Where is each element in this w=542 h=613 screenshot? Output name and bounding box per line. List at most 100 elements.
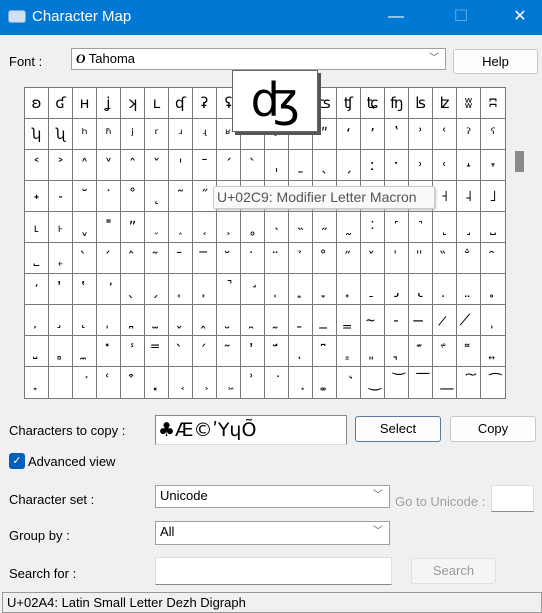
character-cell[interactable]: ̠ <box>361 274 385 305</box>
character-cell[interactable]: ʚ <box>25 88 49 119</box>
character-cell[interactable]: ͖ <box>217 367 241 398</box>
character-cell[interactable]: ʝ <box>97 88 121 119</box>
character-cell[interactable]: ͠ <box>457 367 481 398</box>
character-cell[interactable]: ̥ <box>481 274 505 305</box>
character-cell[interactable]: ̍ <box>385 243 409 274</box>
character-cell[interactable]: ̗ <box>145 274 169 305</box>
character-cell[interactable]: ˪ <box>25 212 49 243</box>
character-cell[interactable]: ˊ <box>217 150 241 181</box>
go-to-unicode-input[interactable] <box>491 485 534 512</box>
character-cell[interactable]: ˒ <box>409 150 433 181</box>
character-cell[interactable]: ˗ <box>49 181 73 212</box>
search-input[interactable] <box>155 557 392 585</box>
character-cell[interactable]: ́ <box>193 336 217 367</box>
help-button[interactable]: Help <box>453 49 538 74</box>
character-cell[interactable]: ̬ <box>169 305 193 336</box>
character-cell[interactable]: ˅ <box>97 150 121 181</box>
character-cell[interactable]: ̲ <box>313 305 337 336</box>
character-cell[interactable]: ͏ <box>49 367 73 398</box>
character-cell[interactable]: ̦ <box>25 305 49 336</box>
character-cell[interactable]: ̭ <box>193 305 217 336</box>
character-cell[interactable]: ̔ <box>73 274 97 305</box>
character-cell[interactable]: ˀ <box>457 119 481 150</box>
character-cell[interactable]: ̙ <box>193 274 217 305</box>
character-cell[interactable]: ː <box>361 150 385 181</box>
character-cell[interactable]: ͘ <box>265 367 289 398</box>
character-cell[interactable]: ˛ <box>145 181 169 212</box>
character-cell[interactable]: ͟ <box>433 367 457 398</box>
character-cell[interactable]: ̻ <box>49 336 73 367</box>
character-cell[interactable]: ̢ <box>409 274 433 305</box>
character-cell[interactable]: ˜ <box>169 181 193 212</box>
character-cell[interactable]: ʜ <box>73 88 97 119</box>
character-cell[interactable]: ̚ <box>217 274 241 305</box>
character-cell[interactable]: ͜ <box>361 367 385 398</box>
character-cell[interactable]: ͕ <box>193 367 217 398</box>
character-cell[interactable]: ̂ <box>121 243 145 274</box>
character-cell[interactable]: ͉ <box>385 336 409 367</box>
character-cell[interactable]: ͐ <box>73 367 97 398</box>
character-cell[interactable]: ʴ <box>169 119 193 150</box>
character-cell[interactable]: ʨ <box>361 88 385 119</box>
character-cell[interactable]: ̎ <box>409 243 433 274</box>
character-cell[interactable]: ʼ <box>361 119 385 150</box>
character-cell[interactable]: ̧ <box>49 305 73 336</box>
character-grid[interactable]: ʚʛʜʝʞʟʠʡʢʣʤʥʦʧʨʩʪʫʬʭʮʯʰʱʲʳʴʵʶʷʸʹʺʻʼʽʾʿˀˁ… <box>24 87 506 399</box>
character-cell[interactable]: ̖ <box>121 274 145 305</box>
character-cell[interactable]: ʯ <box>49 119 73 150</box>
character-cell[interactable]: ̓ <box>241 336 265 367</box>
character-cell[interactable]: ̓ <box>49 274 73 305</box>
character-cell[interactable]: ˺ <box>409 212 433 243</box>
grid-scrollbar-thumb[interactable] <box>515 151 524 172</box>
character-cell[interactable]: ʰ <box>73 119 97 150</box>
character-cell[interactable]: ˆ <box>121 150 145 181</box>
character-cell[interactable]: ̫ <box>145 305 169 336</box>
character-cell[interactable]: ̘ <box>169 274 193 305</box>
advanced-view-checkbox[interactable]: ✓ <box>9 453 25 469</box>
character-cell[interactable]: ʡ <box>193 88 217 119</box>
character-cell[interactable]: ̆ <box>217 243 241 274</box>
character-cell[interactable]: ʬ <box>457 88 481 119</box>
character-cell[interactable]: ˴ <box>265 212 289 243</box>
character-cell[interactable]: ͗ <box>241 367 265 398</box>
character-cell[interactable]: ˶ <box>313 212 337 243</box>
character-cell[interactable]: ˎ <box>313 150 337 181</box>
character-cell[interactable]: ̨ <box>73 305 97 336</box>
character-cell[interactable]: ʾ <box>409 119 433 150</box>
character-cell[interactable]: ̑ <box>481 243 505 274</box>
character-cell[interactable]: ˮ <box>121 212 145 243</box>
character-cell[interactable]: ̷ <box>433 305 457 336</box>
character-cell[interactable]: ̊ <box>313 243 337 274</box>
character-cell[interactable]: ˳ <box>241 212 265 243</box>
character-cell[interactable]: ˑ <box>385 150 409 181</box>
character-cell[interactable]: ͍ <box>481 336 505 367</box>
character-cell[interactable]: ͔ <box>169 367 193 398</box>
character-cell[interactable]: ̼ <box>73 336 97 367</box>
character-cell[interactable]: ̿ <box>145 336 169 367</box>
character-cell[interactable]: ̈ <box>265 243 289 274</box>
character-cell[interactable]: ˏ <box>337 150 361 181</box>
character-cell[interactable]: ͒ <box>121 367 145 398</box>
character-cell[interactable]: ̵ <box>385 305 409 336</box>
character-cell[interactable]: ̄ <box>169 243 193 274</box>
character-cell[interactable]: ̐ <box>457 243 481 274</box>
character-cell[interactable]: ˱ <box>193 212 217 243</box>
character-cell[interactable]: ˹ <box>385 212 409 243</box>
character-cell[interactable]: ̶ <box>409 305 433 336</box>
character-cell[interactable]: ʪ <box>409 88 433 119</box>
character-cell[interactable]: ̒ <box>25 274 49 305</box>
character-cell[interactable]: ˈ <box>169 150 193 181</box>
select-button[interactable]: Select <box>355 416 441 442</box>
maximize-button[interactable]: ☐ <box>441 4 481 30</box>
character-cell[interactable]: ˾ <box>25 243 49 274</box>
character-cell[interactable]: ʽ <box>385 119 409 150</box>
character-cell[interactable]: ˨ <box>457 181 481 212</box>
character-cell[interactable]: ˂ <box>25 150 49 181</box>
character-cell[interactable]: ʟ <box>145 88 169 119</box>
character-cell[interactable]: ̜ <box>265 274 289 305</box>
character-cell[interactable]: ̛ <box>241 274 265 305</box>
character-cell[interactable]: ̏ <box>433 243 457 274</box>
character-cell[interactable]: ͆ <box>313 336 337 367</box>
character-cell[interactable]: ̕ <box>97 274 121 305</box>
character-cell[interactable]: ͋ <box>433 336 457 367</box>
